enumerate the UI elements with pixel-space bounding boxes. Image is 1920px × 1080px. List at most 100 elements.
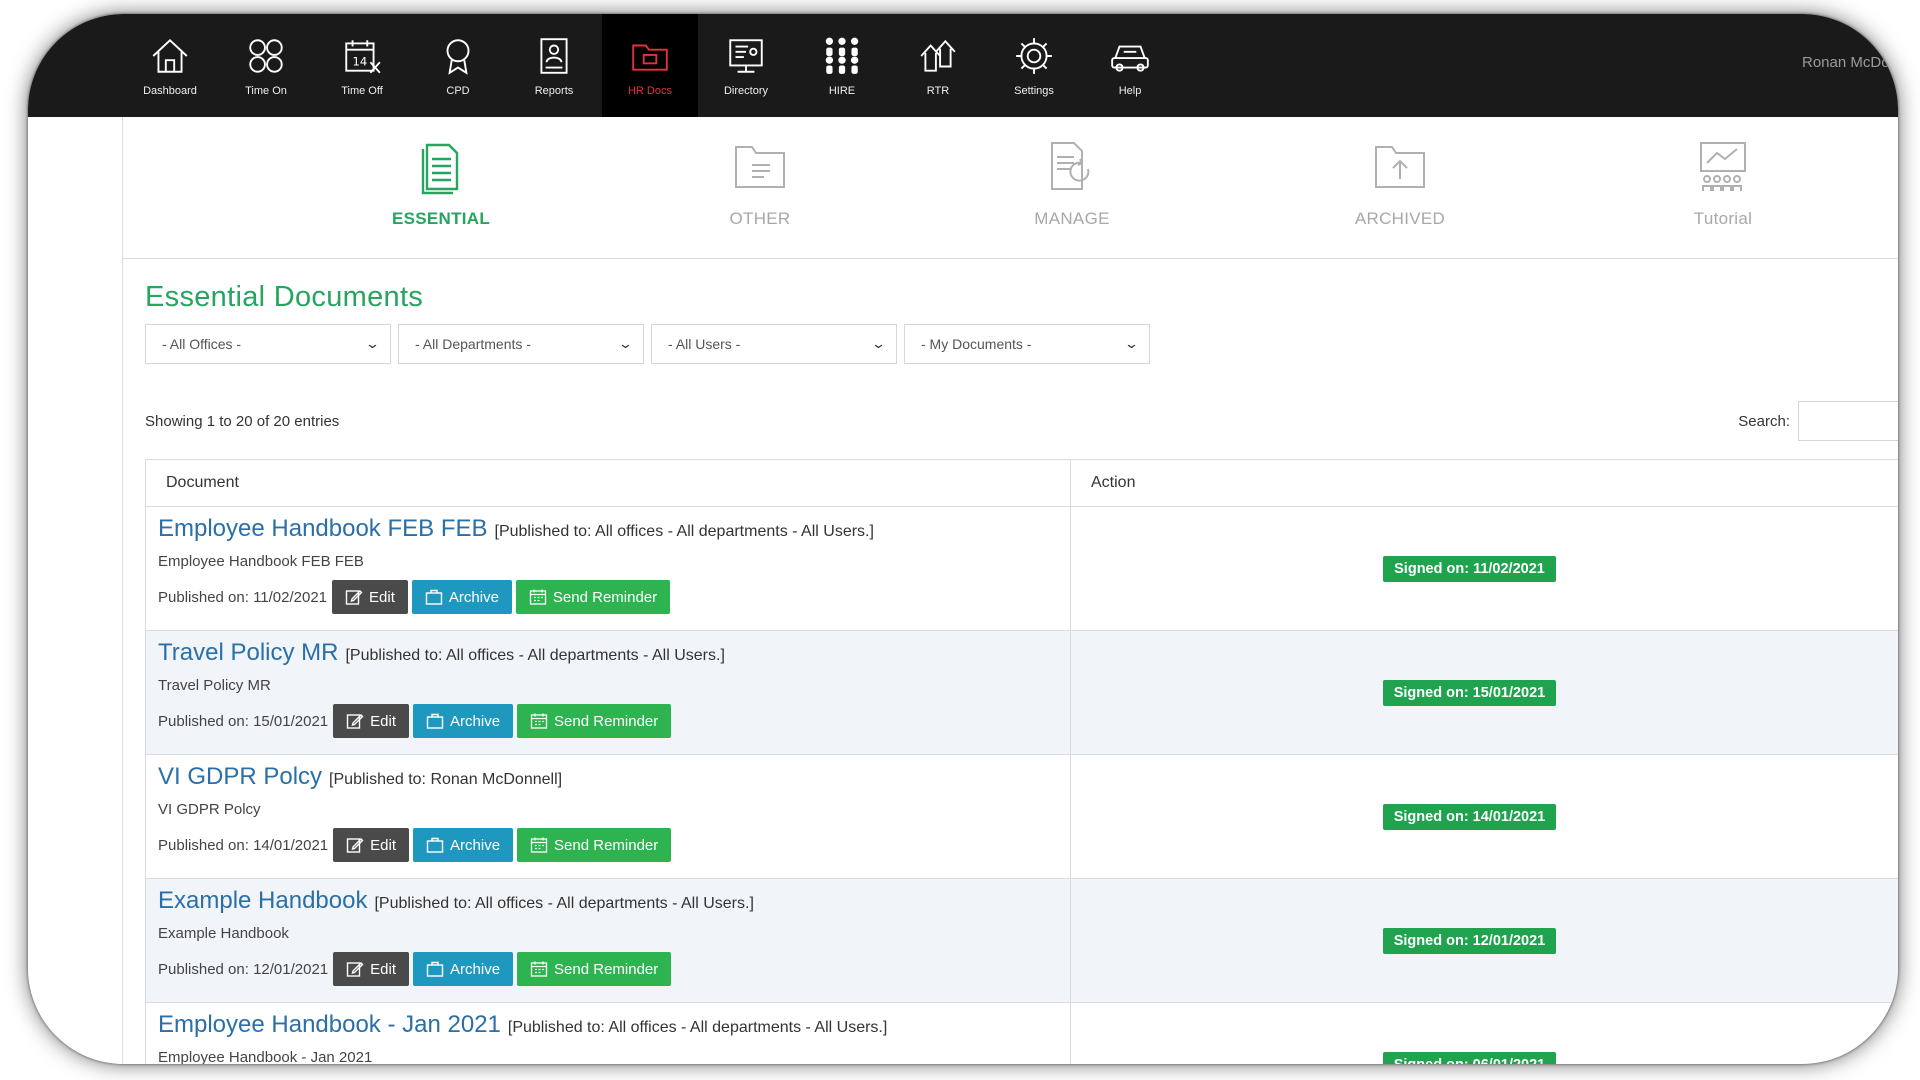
user-name[interactable]: Ronan McDonnell: [1802, 54, 1898, 71]
signed-badge: Signed on: 15/01/2021: [1382, 679, 1557, 706]
send-reminder-label: Send Reminder: [554, 712, 659, 730]
nav-item-dashboard[interactable]: Dashboard: [122, 14, 218, 117]
nav-item-reports[interactable]: Reports: [506, 14, 602, 117]
search-input[interactable]: [1798, 401, 1898, 441]
nav-items: Dashboard Time On 14 Time Off CPD Report…: [122, 14, 1178, 117]
award-icon: [446, 38, 470, 75]
published-on: Published on: 11/02/2021: [158, 588, 328, 606]
archive-label: Archive: [450, 960, 501, 978]
send-reminder-button[interactable]: Send Reminder: [517, 704, 672, 738]
tab-label: Tutorial: [1693, 209, 1753, 228]
presentation-icon: [1700, 142, 1746, 191]
nav-item-cpd[interactable]: CPD: [410, 14, 506, 117]
document-subtitle: Employee Handbook FEB FEB: [158, 553, 364, 570]
documents-filter-select[interactable]: - My Documents - ⌄: [904, 324, 1150, 364]
tab-manage[interactable]: MANAGE: [982, 139, 1162, 229]
document-cell: Employee Handbook - Jan 2021 [Published …: [146, 1003, 1071, 1064]
archive-button[interactable]: Archive: [413, 828, 514, 862]
document-actions: Published on: 11/02/2021 Edit Archive Se…: [158, 580, 1070, 614]
left-gutter: [28, 117, 123, 1064]
nav-item-directory[interactable]: Directory: [698, 14, 794, 117]
office-filter-select[interactable]: - All Offices - ⌄: [145, 324, 391, 364]
nav-item-hire[interactable]: HIRE: [794, 14, 890, 117]
archive-button[interactable]: Archive: [413, 952, 514, 986]
published-on: Published on: 12/01/2021: [158, 960, 329, 978]
send-reminder-button[interactable]: Send Reminder: [517, 828, 672, 862]
document-heading: Travel Policy MR [Published to: All offi…: [158, 639, 1070, 667]
document-subtitle: Travel Policy MR: [158, 677, 271, 694]
tab-other[interactable]: OTHER: [670, 139, 850, 229]
table-row: Employee Handbook FEB FEB [Published to:…: [146, 507, 1898, 631]
nav-label: RTR: [926, 84, 950, 97]
calendar-icon: [530, 961, 548, 977]
calendar-icon: [530, 837, 548, 853]
published-on: Published on: 14/01/2021: [158, 836, 329, 854]
nav-item-rtr[interactable]: RTR: [890, 14, 986, 117]
nav-label: Directory: [723, 84, 768, 97]
document-cell: VI GDPR Polcy [Published to: Ronan McDon…: [146, 755, 1071, 878]
published-to: [Published to: All offices - All departm…: [374, 895, 754, 912]
gear-icon: [1016, 37, 1052, 74]
chevron-down-icon: ⌄: [364, 336, 381, 351]
document-title-link[interactable]: Employee Handbook FEB FEB: [158, 515, 488, 543]
column-header-action[interactable]: Action: [1071, 460, 1898, 506]
table-row: Example Handbook [Published to: All offi…: [146, 879, 1898, 1003]
edit-button[interactable]: Edit: [333, 828, 410, 862]
nav-label: Time Off: [341, 84, 383, 97]
document-title-link[interactable]: Employee Handbook - Jan 2021: [158, 1011, 501, 1039]
edit-button[interactable]: Edit: [333, 952, 410, 986]
archive-icon: [426, 837, 444, 853]
nav-label: Settings: [1014, 84, 1054, 97]
nav-label: Help: [1118, 84, 1142, 97]
tab-label: MANAGE: [1034, 209, 1110, 228]
published-to: [Published to: All offices - All departm…: [507, 1019, 888, 1036]
search-label: Search:: [1738, 412, 1790, 430]
filter-value: - All Departments -: [415, 336, 531, 352]
edit-button[interactable]: Edit: [333, 704, 410, 738]
document-title-link[interactable]: VI GDPR Polcy: [158, 763, 322, 791]
edit-icon: [346, 962, 364, 977]
document-cell: Travel Policy MR [Published to: All offi…: [146, 631, 1071, 754]
document-title-link[interactable]: Example Handbook: [158, 887, 367, 915]
calendar-icon: [530, 713, 548, 729]
send-reminder-button[interactable]: Send Reminder: [515, 580, 671, 614]
department-filter-select[interactable]: - All Departments - ⌄: [398, 324, 644, 364]
document-subtitle: VI GDPR Polcy: [158, 801, 261, 818]
send-reminder-label: Send Reminder: [552, 588, 658, 606]
car-icon: [1111, 45, 1149, 72]
page-title: Essential Documents: [145, 281, 424, 313]
user-filter-select[interactable]: - All Users - ⌄: [651, 324, 897, 364]
report-icon: [540, 37, 568, 74]
nav-item-time-on[interactable]: Time On: [218, 14, 314, 117]
edit-button[interactable]: Edit: [332, 580, 408, 614]
tab-essential[interactable]: ESSENTIAL: [351, 139, 531, 229]
published-to: [Published to: Ronan McDonnell]: [329, 771, 563, 788]
document-title-link[interactable]: Travel Policy MR: [158, 639, 338, 667]
arrows-up-icon: [920, 39, 956, 72]
calendar-icon: [529, 589, 547, 605]
signed-badge: Signed on: 11/02/2021: [1383, 555, 1556, 582]
svg-text:14: 14: [353, 54, 368, 68]
column-header-document[interactable]: Document: [146, 460, 1071, 506]
published-to: [Published to: All offices - All departm…: [494, 523, 874, 540]
main-content: Essential Documents - All Offices - ⌄ - …: [123, 259, 1898, 1064]
tab-tutorial[interactable]: Tutorial: [1633, 139, 1813, 229]
table-row: Employee Handbook - Jan 2021 [Published …: [146, 1003, 1898, 1064]
tab-archived[interactable]: ARCHIVED: [1310, 139, 1490, 229]
filter-value: - All Users -: [668, 336, 741, 352]
send-reminder-button[interactable]: Send Reminder: [517, 952, 672, 986]
document-cell: Employee Handbook FEB FEB [Published to:…: [146, 507, 1071, 630]
document-actions: Published on: 14/01/2021 Edit Archive Se…: [158, 828, 1070, 862]
nav-item-settings[interactable]: Settings: [986, 14, 1082, 117]
chevron-down-icon: ⌄: [870, 336, 887, 351]
archive-button[interactable]: Archive: [413, 704, 514, 738]
archive-button[interactable]: Archive: [411, 580, 512, 614]
manage-doc-icon: [1051, 142, 1090, 190]
document-heading: VI GDPR Polcy [Published to: Ronan McDon…: [158, 763, 1070, 791]
calendar-icon: 14: [345, 39, 381, 73]
nav-item-hr-docs[interactable]: HR Docs: [602, 14, 698, 117]
nav-item-time-off[interactable]: 14 Time Off: [314, 14, 410, 117]
search-area: Search:: [1738, 401, 1898, 441]
nav-item-help[interactable]: Help: [1082, 14, 1178, 117]
action-cell: Signed on: 15/01/2021: [1071, 631, 1898, 754]
